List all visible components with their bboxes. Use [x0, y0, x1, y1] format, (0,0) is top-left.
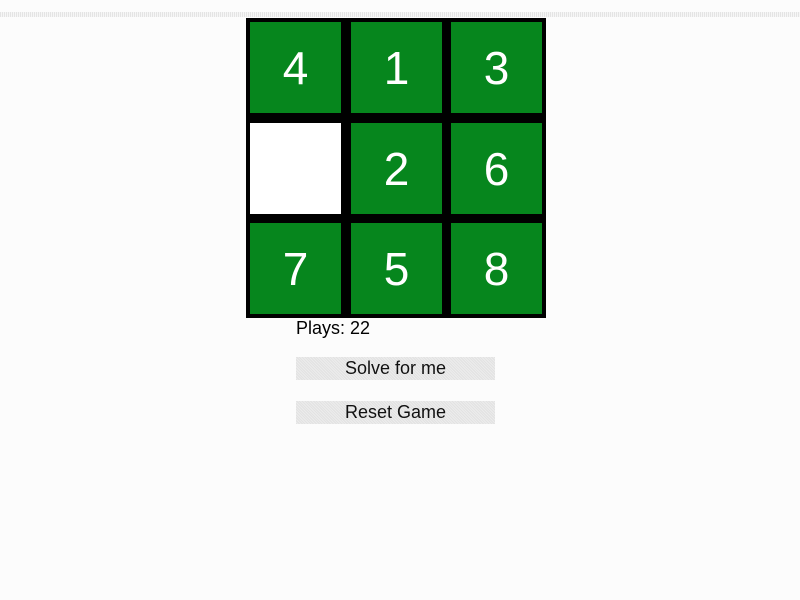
puzzle-board: 4 1 3 2 6 7 5 8 [246, 18, 546, 318]
tile-7[interactable]: 7 [250, 223, 341, 314]
tile-5[interactable]: 2 [351, 123, 442, 214]
tile-3[interactable]: 3 [451, 22, 542, 113]
tile-1[interactable]: 4 [250, 22, 341, 113]
solve-button[interactable]: Solve for me [296, 357, 495, 380]
plays-counter: Plays: 22 [296, 318, 371, 338]
blank-tile[interactable] [250, 123, 341, 214]
reset-button[interactable]: Reset Game [296, 401, 495, 424]
tile-9[interactable]: 8 [451, 223, 542, 314]
tile-2[interactable]: 1 [351, 22, 442, 113]
tile-8[interactable]: 5 [351, 223, 442, 314]
top-divider [0, 12, 800, 17]
tile-6[interactable]: 6 [451, 123, 542, 214]
